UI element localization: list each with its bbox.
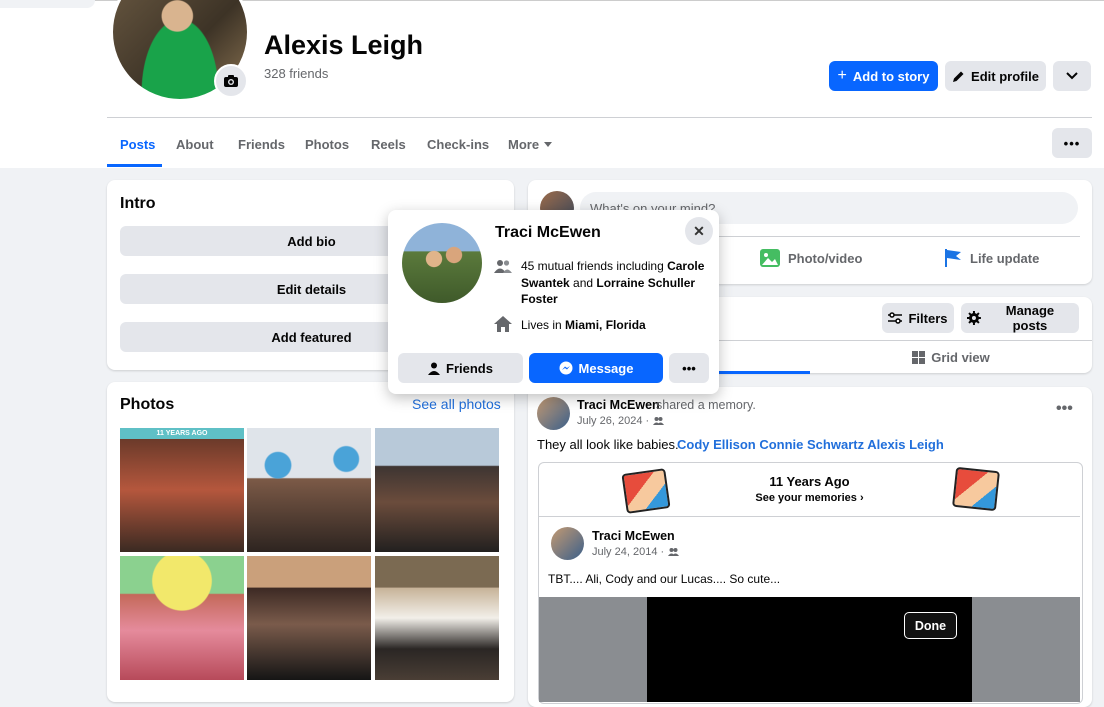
flag-icon [945,249,961,267]
photos-title: Photos [120,396,175,413]
post-text: They all look like babies. [537,437,679,452]
messenger-icon [559,361,573,375]
tab-friends[interactable]: Friends [238,122,285,166]
friends-button[interactable]: Friends [398,353,523,383]
pencil-icon [953,71,964,82]
add-to-story-label: Add to story [852,68,930,84]
more-dots-icon: ••• [682,360,696,376]
person-check-icon [428,362,441,375]
message-button[interactable]: Message [529,353,663,383]
post-tagged-people[interactable]: Cody Ellison Connie Schwartz Alexis Leig… [677,437,944,452]
photo-video-button[interactable]: Photo/video [760,244,862,272]
grid-view-tab[interactable]: Grid view [810,343,1092,371]
lives-place[interactable]: Miami, Florida [565,318,646,332]
edit-profile-label: Edit profile [971,68,1039,84]
post-action-text: shared a memory. [656,398,756,412]
original-author-name[interactable]: Traci McEwen [592,529,675,543]
friends-audience-icon [653,417,665,425]
chevron-down-icon [1066,72,1078,80]
hover-card-avatar[interactable] [402,223,482,303]
active-tab-indicator [107,164,162,167]
photo-thumbnail[interactable] [120,556,244,680]
friends-button-label: Friends [446,360,493,376]
photo-thumbnail[interactable] [247,428,371,552]
lives-in-text: Lives in Miami, Florida [521,318,646,332]
top-bar-remnant [0,0,95,8]
tab-about[interactable]: About [176,122,214,166]
tab-photos[interactable]: Photos [305,122,349,166]
edit-profile-button[interactable]: Edit profile [945,61,1046,91]
friends-count[interactable]: 328 friends [264,66,328,81]
tab-more-label: More [508,136,540,152]
mutual-friends-icon [494,260,512,273]
photo-thumbnail[interactable] [247,556,371,680]
filters-label: Filters [908,310,948,326]
see-all-photos-link[interactable]: See all photos [412,396,501,412]
post-more-icon[interactable]: ••• [1056,400,1073,418]
original-author-avatar[interactable] [551,527,584,560]
caret-down-icon [544,141,553,147]
photo-video-label: Photo/video [788,250,863,266]
grid-icon [912,350,926,364]
hover-card-name[interactable]: Traci McEwen [495,224,601,242]
tab-more[interactable]: More [508,122,553,166]
see-your-memories-link[interactable]: See your memories › [538,492,1081,504]
photo-label: 11 YEARS AGO [156,430,208,437]
post-date[interactable]: July 26, 2024 · [577,415,665,427]
camera-icon[interactable] [214,64,248,98]
original-post-text: TBT.... Ali, Cody and our Lucas.... So c… [548,572,781,586]
post-author-name[interactable]: Traci McEwen [577,398,660,412]
gear-icon [967,311,981,325]
header-divider [107,117,1092,118]
post-date-text: July 26, 2024 · [577,415,650,427]
mutual-prefix: 45 mutual friends including [521,259,668,273]
photo-thumbnail[interactable]: 11 YEARS AGO [120,428,244,552]
post-author-avatar[interactable] [537,397,570,430]
manage-posts-label: Manage posts [1005,303,1055,333]
photo-thumbnail[interactable] [375,556,499,680]
mutual-and: and [569,275,597,290]
lives-prefix: Lives in [521,318,566,332]
original-date-text: July 24, 2014 · [592,546,665,558]
more-dots-icon: ••• [1063,135,1081,151]
message-button-label: Message [578,360,634,376]
life-update-button[interactable]: Life update [944,244,1039,272]
tab-check-ins[interactable]: Check-ins [427,122,489,166]
tab-reels[interactable]: Reels [371,122,406,166]
mutual-friends-text: 45 mutual friends including Carole Swant… [521,258,706,308]
chevron-right-icon: › [859,492,864,504]
profile-options-button[interactable] [1053,61,1091,91]
life-update-label: Life update [970,250,1040,266]
memory-title: 11 Years Ago [769,474,850,489]
tabs-more-button[interactable]: ••• [1052,128,1092,158]
memory-divider [539,516,1080,517]
friends-audience-icon [668,548,680,556]
done-button[interactable]: Done [904,612,957,639]
profile-name: Alexis Leigh [264,30,424,60]
tab-posts[interactable]: Posts [120,122,155,166]
add-to-story-button[interactable]: + Add to story [829,61,938,91]
plus-icon: + [837,67,847,84]
intro-title: Intro [120,195,156,212]
hover-card-more-button[interactable]: ••• [669,353,709,383]
close-icon[interactable]: ✕ [685,217,713,245]
filters-button[interactable]: Filters [882,303,954,333]
photo-thumbnail[interactable] [375,428,499,552]
original-post-date[interactable]: July 24, 2014 · [592,546,680,558]
manage-posts-button[interactable]: Manage posts [961,303,1079,333]
sliders-icon [888,312,903,324]
home-icon [494,316,512,332]
photo-icon [760,249,780,267]
grid-view-label: Grid view [931,349,990,365]
see-memories-label: See your memories [755,492,857,504]
